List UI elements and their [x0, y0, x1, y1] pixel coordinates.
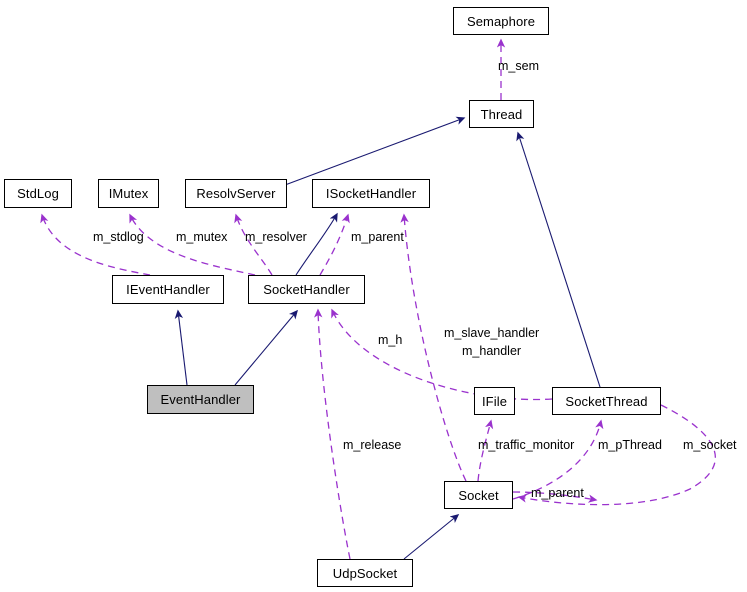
edge-m-release	[314, 308, 351, 560]
class-label-udpsocket: UdpSocket	[332, 565, 398, 581]
edge-label-m-mutex: m_mutex	[176, 230, 228, 244]
edge-eventhandler-ieventhandler	[174, 309, 188, 386]
class-node-socketthread[interactable]: SocketThread	[552, 387, 661, 415]
class-node-socket[interactable]: Socket	[444, 481, 513, 509]
edge-isockethandler-thread	[284, 116, 466, 186]
edge-label-m-stdlog: m_stdlog	[93, 230, 144, 244]
class-label-semaphore: Semaphore	[466, 13, 536, 29]
edge-label-m-h: m_h	[378, 333, 403, 347]
class-node-semaphore[interactable]: Semaphore	[453, 7, 549, 35]
class-node-thread[interactable]: Thread	[469, 100, 534, 128]
edge-sockethandler-isockethandler	[295, 212, 338, 276]
edge-socketthread-thread	[516, 131, 601, 388]
class-label-thread: Thread	[480, 106, 523, 122]
edge-label-m-sem: m_sem	[498, 59, 539, 73]
class-label-isockethandler: ISocketHandler	[325, 186, 417, 201]
class-node-imutex[interactable]: IMutex	[98, 179, 159, 208]
class-label-ifile: IFile	[481, 393, 508, 409]
class-label-socketthread: SocketThread	[565, 393, 648, 409]
edge-label-m-resolver: m_resolver	[245, 230, 307, 244]
class-node-isockethandler[interactable]: ISocketHandler	[312, 179, 430, 208]
edge-label-m-socket: m_socket	[683, 438, 737, 452]
class-label-imutex: IMutex	[108, 186, 149, 201]
class-label-resolvserver: ResolvServer	[196, 186, 276, 201]
class-node-resolvserver[interactable]: ResolvServer	[185, 179, 287, 208]
edge-label-m-pthread: m_pThread	[598, 438, 662, 452]
edge-label-m-release: m_release	[343, 438, 402, 452]
edge-m-resolver	[234, 213, 273, 276]
class-label-socket: Socket	[458, 487, 499, 503]
edge-eventhandler-sockethandler	[234, 309, 298, 386]
class-label-stdlog: StdLog	[17, 186, 59, 201]
class-node-stdlog[interactable]: StdLog	[4, 179, 72, 208]
edge-label-m-traffic-monitor: m_traffic_monitor	[478, 438, 575, 452]
edge-m-slave-handler	[400, 213, 467, 482]
class-node-ifile[interactable]: IFile	[474, 387, 515, 415]
class-label-sockethandler: SocketHandler	[263, 282, 350, 297]
edge-label-m-slave-handler: m_slave_handler	[444, 326, 540, 340]
class-node-eventhandler[interactable]: EventHandler	[147, 385, 254, 414]
class-node-sockethandler[interactable]: SocketHandler	[248, 275, 365, 304]
class-label-eventhandler: EventHandler	[160, 392, 241, 407]
class-node-ieventhandler[interactable]: IEventHandler	[112, 275, 224, 304]
edge-m-mutex	[129, 213, 256, 276]
edge-label-m-parent-socket: m_parent	[531, 486, 584, 500]
edge-label-m-parent-handler: m_parent	[351, 230, 404, 244]
class-label-ieventhandler: IEventHandler	[126, 282, 210, 297]
class-collaboration-diagram: Semaphore Thread StdLog IMutex ResolvSer…	[0, 0, 747, 592]
edge-udpsocket-socket	[403, 514, 460, 560]
edge-m-parent-handler	[319, 213, 350, 276]
edge-m-stdlog	[40, 213, 151, 276]
class-node-udpsocket[interactable]: UdpSocket	[317, 559, 413, 587]
edge-label-m-handler: m_handler	[462, 344, 522, 358]
